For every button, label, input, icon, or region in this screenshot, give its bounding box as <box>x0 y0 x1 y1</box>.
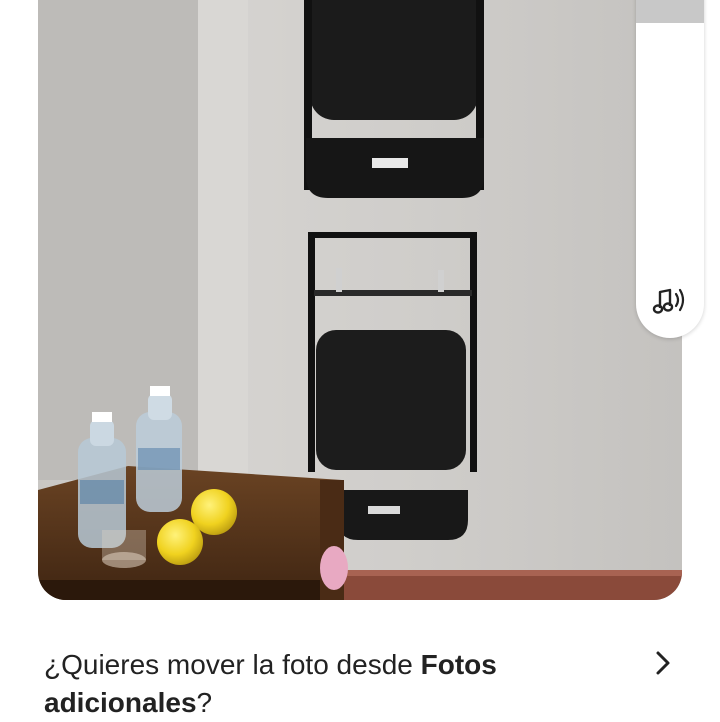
apple-left <box>157 519 203 565</box>
music-volume-icon[interactable] <box>650 282 690 322</box>
listing-photo[interactable] <box>38 0 682 600</box>
folding-chair-top <box>304 0 484 198</box>
chevron-right-icon[interactable] <box>648 648 678 678</box>
volume-slider[interactable] <box>636 0 704 338</box>
move-photo-question: ¿Quieres mover la foto desde Fotos adici… <box>44 649 497 718</box>
move-photo-prompt[interactable]: ¿Quieres mover la foto desde Fotos adici… <box>44 646 684 718</box>
volume-level-fill <box>636 0 704 23</box>
photo-folding-chairs-image <box>38 0 682 600</box>
